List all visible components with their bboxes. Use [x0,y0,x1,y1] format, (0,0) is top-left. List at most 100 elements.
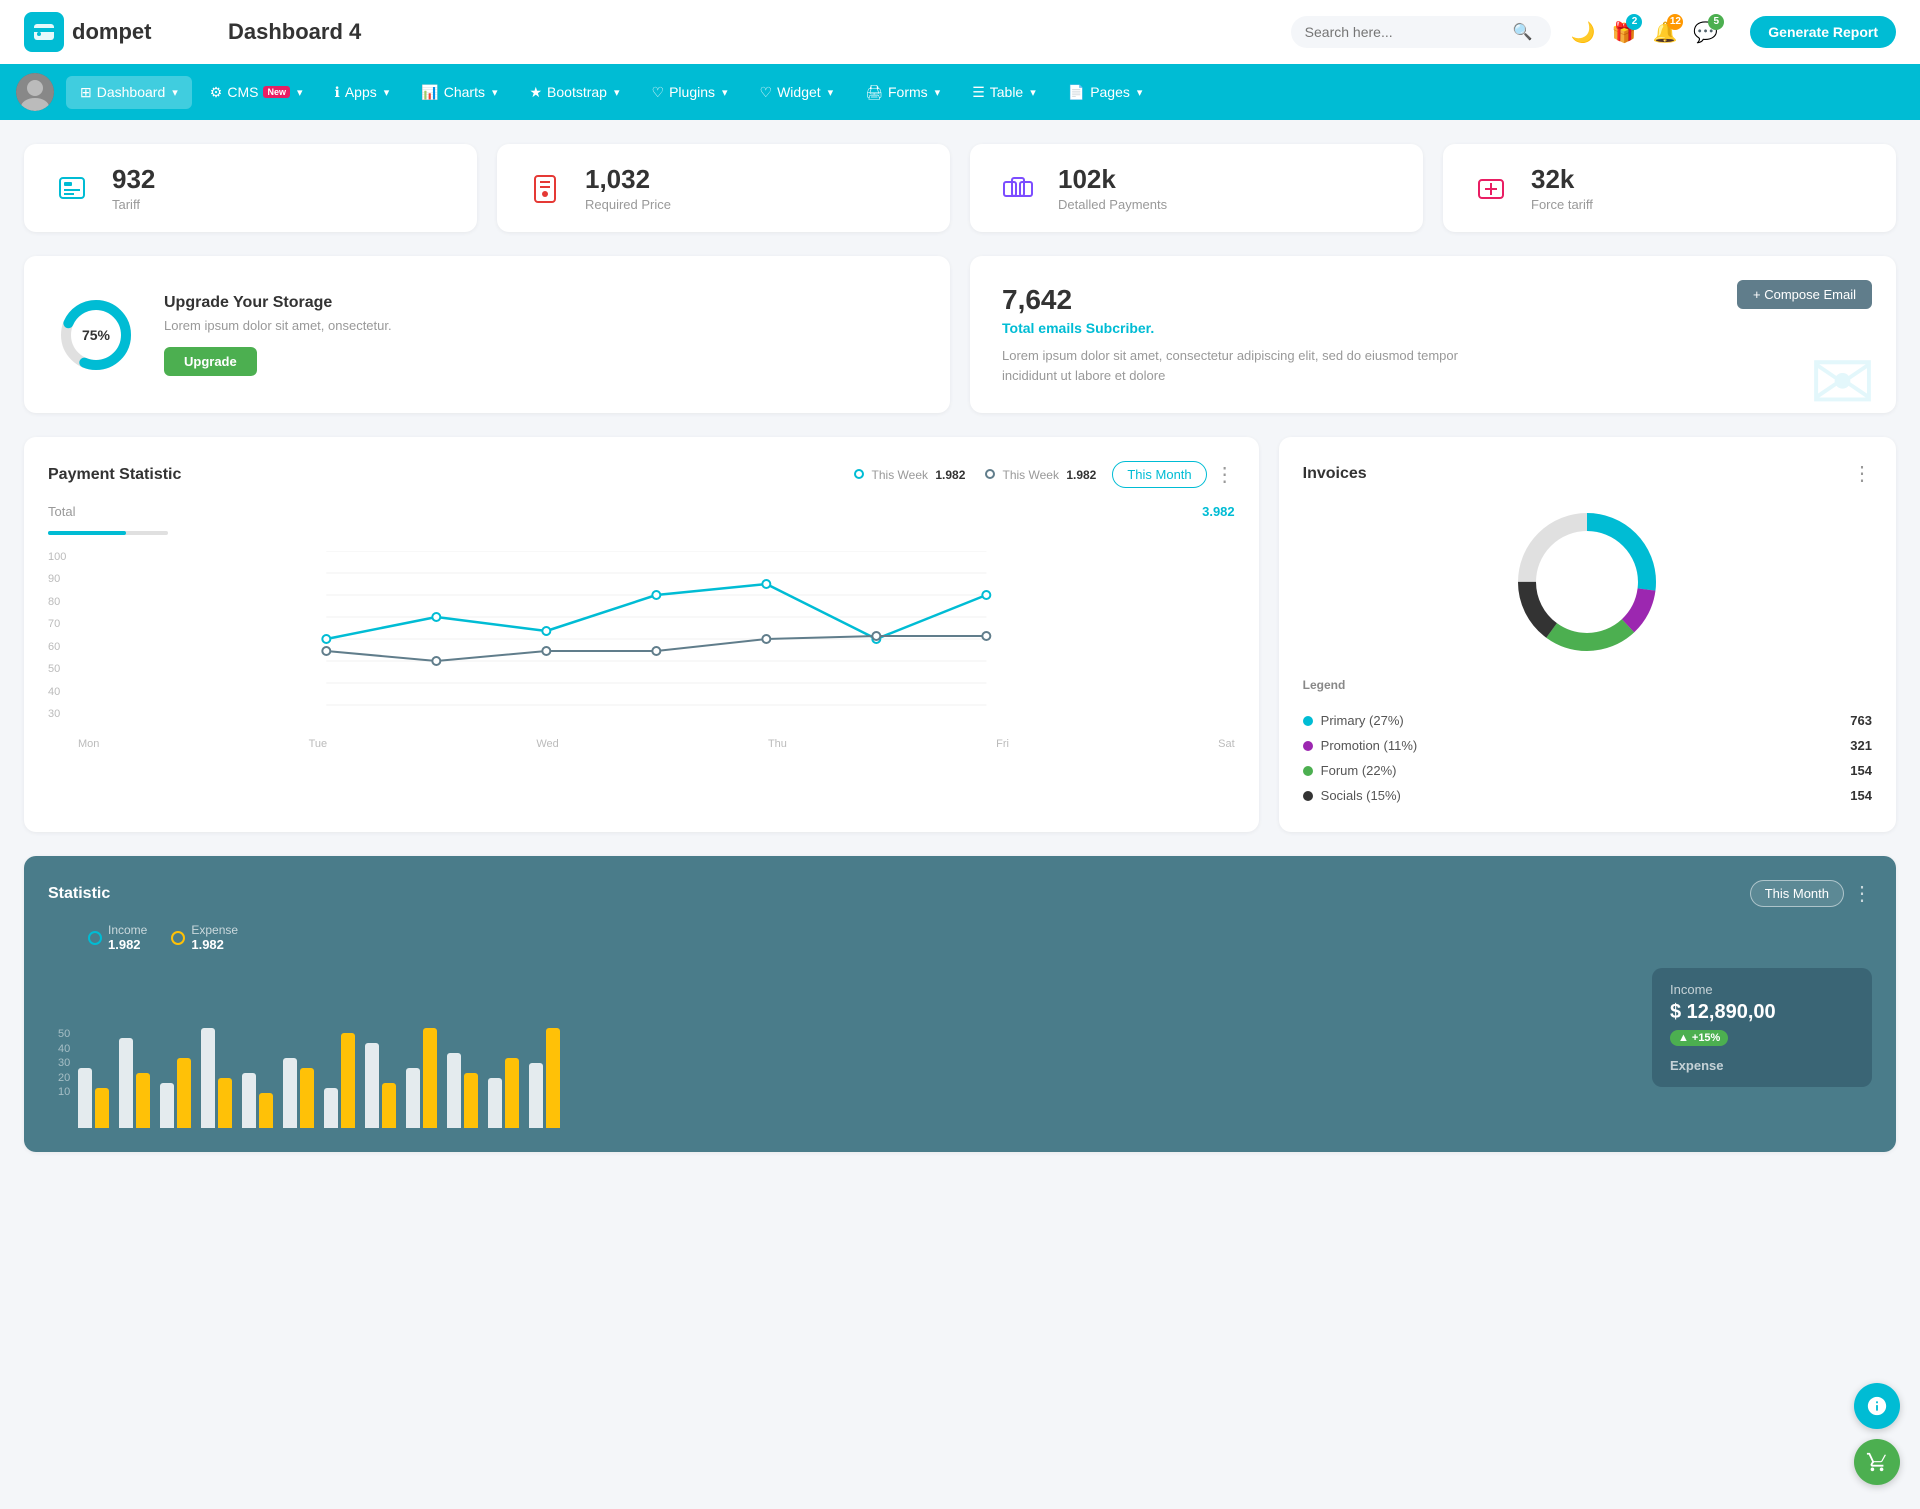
legend-item-primary: Primary (27%) 763 [1303,708,1872,733]
statistic-header: Statistic This Month ⋮ [48,880,1872,907]
statistic-filter-row: This Month ⋮ [1750,880,1872,907]
detailed-payments-icon [994,164,1042,212]
payment-statistic-card: Payment Statistic This Week 1.982 This W… [24,437,1259,832]
chevron-down-icon: ▾ [297,86,303,99]
stat-info-required-price: 1,032 Required Price [585,164,671,212]
detailed-payments-label: Detalled Payments [1058,197,1167,212]
expense-circle-icon [171,931,185,945]
invoices-title: Invoices [1303,465,1367,483]
bar-chart [48,968,1628,1128]
bar-white [365,1043,379,1128]
generate-report-button[interactable]: Generate Report [1750,16,1896,48]
stat-info-detailed-payments: 102k Detalled Payments [1058,164,1167,212]
bar-group-9 [406,1028,437,1128]
sidebar-item-widget[interactable]: ♡ Widget ▾ [746,76,848,109]
chevron-down-icon: ▾ [1030,86,1036,99]
search-icon[interactable]: 🔍 [1513,22,1533,42]
nav-label-apps: Apps [345,84,377,100]
primary-value: 763 [1850,713,1872,728]
bar-yellow [341,1033,355,1128]
total-progress-bar [48,531,168,535]
this-month-filter[interactable]: This Month [1112,461,1206,488]
sidebar-item-bootstrap[interactable]: ★ Bootstrap ▾ [515,76,633,109]
expense-stat-value: 1.982 [191,937,238,952]
gift-badge: 2 [1626,14,1642,30]
statistic-y-axis: 50 40 30 20 10 [58,1028,70,1098]
bar-white [324,1088,338,1128]
stat-cards: 932 Tariff 1,032 Required Price 102k Det… [24,144,1896,232]
sidebar-item-table[interactable]: ☰ Table ▾ [958,76,1050,109]
legend-week2: This Week 1.982 [985,468,1096,482]
compose-email-button[interactable]: + Compose Email [1737,280,1872,309]
gift-icon[interactable]: 🎁 2 [1612,20,1637,45]
sidebar-item-forms[interactable]: 🖨 Forms ▾ [851,76,954,109]
header-icons: 🌙 🎁 2 🔔 12 💬 5 Generate Report [1571,16,1896,48]
upgrade-card: 75% Upgrade Your Storage Lorem ipsum dol… [24,256,950,413]
table-icon: ☰ [972,84,985,101]
nav-label-pages: Pages [1090,84,1130,100]
storage-percent: 75% [82,327,110,343]
fab-cart-button[interactable] [1854,1439,1900,1485]
more-options-button[interactable]: ⋮ [1215,462,1235,487]
expense-label: Expense [191,923,238,937]
total-row: Total 3.982 [48,504,1235,519]
bar-yellow [259,1093,273,1128]
search-input[interactable] [1305,24,1505,40]
bar-white [406,1068,420,1128]
statistic-chart-area: 50 40 30 20 10 [48,968,1872,1128]
plugins-icon: ♡ [652,84,665,101]
tariff-number: 932 [112,164,155,195]
upgrade-button[interactable]: Upgrade [164,347,257,376]
tariff-label: Tariff [112,197,155,212]
sidebar-item-apps[interactable]: ℹ Apps ▾ [321,76,404,109]
income-box-label: Income [1670,982,1854,997]
detailed-payments-number: 102k [1058,164,1167,195]
payment-chart-title: Payment Statistic [48,466,181,484]
email-count: 7,642 [1002,284,1864,316]
nav-label-widget: Widget [777,84,821,100]
search-bar: 🔍 [1291,16,1551,48]
logo-text: dompet [72,19,151,45]
bar-yellow [382,1083,396,1128]
invoices-more-button[interactable]: ⋮ [1852,461,1872,486]
promotion-dot [1303,741,1313,751]
bar-yellow [505,1058,519,1128]
email-subtitle: Total emails Subcriber. [1002,320,1864,336]
bar-yellow [464,1073,478,1128]
bar-yellow [546,1028,560,1128]
chat-icon[interactable]: 💬 5 [1693,20,1718,45]
bar-white [119,1038,133,1128]
stat-card-detailed-payments: 102k Detalled Payments [970,144,1423,232]
bar-white [447,1053,461,1128]
fab-support-button[interactable] [1854,1383,1900,1429]
bar-group-7 [324,1033,355,1128]
statistic-more-button[interactable]: ⋮ [1852,881,1872,906]
avatar [16,73,54,111]
statistic-month-filter[interactable]: This Month [1750,880,1844,907]
sidebar-item-dashboard[interactable]: ⊞ Dashboard ▾ [66,76,192,109]
sidebar-item-charts[interactable]: 📊 Charts ▾ [407,76,511,109]
bell-icon[interactable]: 🔔 12 [1652,20,1677,45]
forum-value: 154 [1850,763,1872,778]
bar-group-2 [119,1038,150,1128]
expense-box-label: Expense [1670,1058,1854,1073]
sidebar-item-pages[interactable]: 📄 Pages ▾ [1054,76,1157,109]
invoice-legend: Primary (27%) 763 Promotion (11%) 321 Fo… [1303,708,1872,808]
sidebar-item-plugins[interactable]: ♡ Plugins ▾ [638,76,742,109]
bar-white [283,1058,297,1128]
bar-white [160,1083,174,1128]
force-tariff-label: Force tariff [1531,197,1593,212]
bar-group-6 [283,1058,314,1128]
bar-group-3 [160,1058,191,1128]
legend-item-forum: Forum (22%) 154 [1303,758,1872,783]
statistic-section: Statistic This Month ⋮ Income 1.982 Expe… [24,856,1896,1152]
bar-white [201,1028,215,1128]
primary-dot [1303,716,1313,726]
sidebar-item-cms[interactable]: ⚙ CMS New ▾ [196,76,317,109]
income-pct-value: +15% [1692,1032,1720,1044]
bar-yellow [136,1073,150,1128]
income-circle-icon [88,931,102,945]
moon-toggle[interactable]: 🌙 [1571,20,1596,45]
x-axis: Mon Tue Wed Thu Fri Sat [78,738,1235,750]
arrow-up-icon: ▲ [1678,1032,1689,1044]
